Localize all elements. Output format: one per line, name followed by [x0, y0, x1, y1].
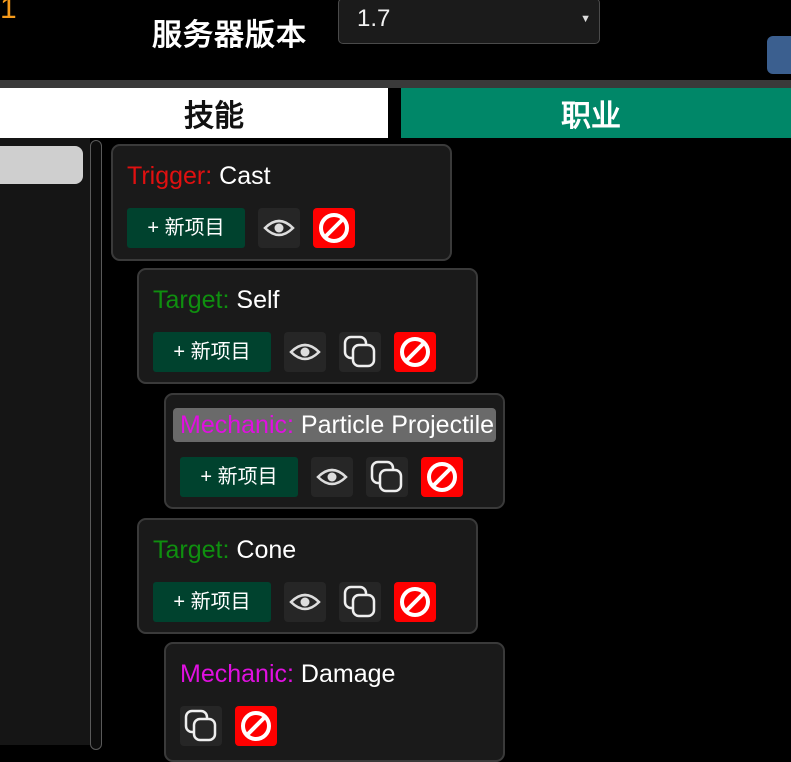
header-divider: [0, 80, 791, 88]
no-sign-icon: [319, 213, 349, 243]
add-component-button[interactable]: + 新项目: [180, 457, 298, 497]
eye-icon: [316, 468, 348, 486]
panel-resize-handle[interactable]: [90, 140, 102, 750]
copy-icon: [343, 335, 376, 368]
toggle-visibility-button[interactable]: [284, 582, 326, 622]
eye-icon: [289, 593, 321, 611]
copy-icon: [343, 585, 376, 618]
component-name: Self: [236, 286, 280, 314]
duplicate-button[interactable]: [366, 457, 408, 497]
component-type: Mechanic:: [180, 660, 294, 688]
toggle-visibility-button[interactable]: [311, 457, 353, 497]
tab-classes[interactable]: 职业: [401, 88, 791, 138]
server-version-label: 服务器版本: [152, 19, 307, 52]
component-header[interactable]: Trigger: Cast: [127, 159, 271, 193]
server-version-select[interactable]: 1.7 ▼: [338, 0, 600, 44]
delete-button[interactable]: [235, 706, 277, 746]
copy-icon: [370, 460, 403, 493]
delete-button[interactable]: [394, 582, 436, 622]
delete-button[interactable]: [421, 457, 463, 497]
component-header[interactable]: Target: Self: [153, 283, 279, 317]
component-name: Cast: [219, 162, 271, 190]
component-name: Damage: [300, 660, 396, 688]
tab-skills-label: 技能: [184, 100, 244, 133]
component-card-target-cone: Target: Cone + 新项目: [137, 518, 478, 634]
add-component-button[interactable]: + 新项目: [153, 332, 271, 372]
component-type: Target:: [153, 286, 230, 314]
add-component-button[interactable]: + 新项目: [153, 582, 271, 622]
component-type: Mechanic:: [180, 411, 294, 439]
tab-skills[interactable]: 技能: [0, 88, 388, 138]
component-card-trigger-cast: Trigger: Cast + 新项目: [111, 144, 452, 261]
server-version-value: 1.7: [357, 5, 391, 32]
no-sign-icon: [241, 711, 271, 741]
duplicate-button[interactable]: [180, 706, 222, 746]
side-panel-button[interactable]: [767, 36, 791, 74]
delete-button[interactable]: [394, 332, 436, 372]
component-card-mechanic-particle-projectile: Mechanic: Particle Projectile + 新项目: [164, 393, 505, 509]
add-component-button[interactable]: + 新项目: [127, 208, 245, 248]
component-header-selected[interactable]: Mechanic: Particle Projectile: [173, 408, 496, 442]
sidebar-item-selected[interactable]: [0, 146, 83, 184]
eye-icon: [263, 219, 295, 237]
delete-button[interactable]: [313, 208, 355, 248]
header-logo-fragment: 1: [0, 0, 17, 25]
component-name: Particle Projectile: [300, 411, 495, 439]
component-name: Cone: [236, 536, 297, 564]
component-card-mechanic-damage: Mechanic: Damage: [164, 642, 505, 762]
skill-list-sidebar: [0, 138, 90, 745]
component-card-target-self: Target: Self + 新项目: [137, 268, 478, 384]
no-sign-icon: [400, 587, 430, 617]
component-header[interactable]: Mechanic: Damage: [180, 657, 395, 691]
no-sign-icon: [400, 337, 430, 367]
eye-icon: [289, 343, 321, 361]
component-type: Target:: [153, 536, 230, 564]
chevron-down-icon: ▼: [580, 13, 591, 25]
copy-icon: [184, 709, 217, 742]
no-sign-icon: [427, 462, 457, 492]
component-type: Trigger:: [127, 162, 213, 190]
component-header[interactable]: Target: Cone: [153, 533, 296, 567]
duplicate-button[interactable]: [339, 582, 381, 622]
toggle-visibility-button[interactable]: [284, 332, 326, 372]
toggle-visibility-button[interactable]: [258, 208, 300, 248]
duplicate-button[interactable]: [339, 332, 381, 372]
tab-classes-label: 职业: [561, 100, 621, 133]
